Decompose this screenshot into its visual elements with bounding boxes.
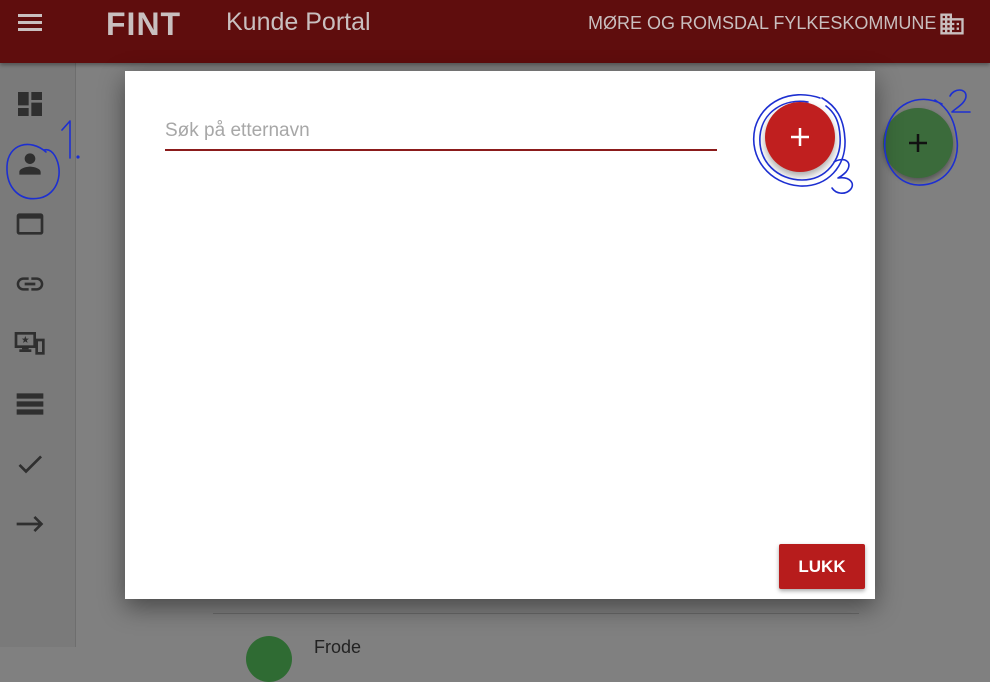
search-field [165, 115, 717, 151]
annotation-number-2 [949, 89, 971, 113]
check-icon[interactable] [14, 448, 46, 480]
list-item-name: Frode [314, 637, 362, 657]
list-icon[interactable] [14, 388, 46, 420]
avatar [246, 636, 292, 682]
hamburger-menu-icon[interactable] [16, 10, 44, 34]
window-icon[interactable] [14, 208, 46, 240]
sidebar-nav [0, 63, 76, 647]
devices-icon[interactable] [14, 328, 46, 360]
app-title: Kunde Portal [226, 8, 371, 36]
fint-logo[interactable]: FINT [106, 6, 186, 42]
search-input[interactable] [165, 115, 717, 147]
arrow-right-icon[interactable] [14, 508, 46, 540]
search-dialog: LUKK [125, 71, 875, 599]
person-icon[interactable] [14, 148, 46, 180]
list-divider [213, 613, 859, 614]
dashboard-icon[interactable] [14, 88, 46, 120]
organization-name[interactable]: MØRE OG ROMSDAL FYLKESKOMMUNE [588, 13, 936, 34]
building-icon[interactable] [938, 10, 966, 38]
plus-icon [791, 128, 809, 146]
add-contact-fab[interactable] [883, 108, 953, 178]
add-button[interactable] [765, 102, 835, 172]
app-bar: FINT Kunde Portal MØRE OG ROMSDAL FYLKES… [0, 0, 990, 63]
logo-text: FINT [106, 7, 181, 39]
link-icon[interactable] [14, 268, 46, 300]
close-button[interactable]: LUKK [779, 544, 865, 589]
